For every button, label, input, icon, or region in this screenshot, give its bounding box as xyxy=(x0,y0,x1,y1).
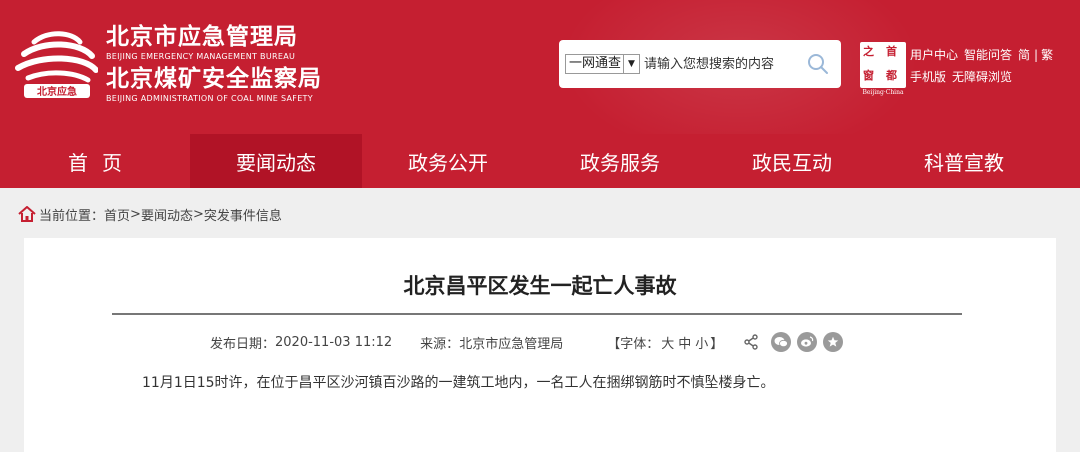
font-size-small[interactable]: 小 xyxy=(695,337,708,352)
capital-logo-char: 之 xyxy=(863,45,874,58)
favorite-star-icon[interactable] xyxy=(823,332,844,352)
org-name-emergency: 北京市应急管理局 xyxy=(106,24,298,50)
breadcrumb-page-link[interactable]: 突发事件信息 xyxy=(204,205,282,224)
font-size-close: 】 xyxy=(710,336,724,352)
source-label: 来源： xyxy=(420,336,460,352)
top-links: 用户中心 智能问答简 | 繁 手机版 无障碍浏览 xyxy=(910,44,1059,88)
article-card: 北京昌平区发生一起亡人事故 发布日期： 2020-11-03 11:12 来源：… xyxy=(24,238,1056,452)
publish-date: 2020-11-03 11:12 xyxy=(275,334,393,350)
capital-logo-char: 窗 xyxy=(863,69,874,82)
publish-date-label: 发布日期： xyxy=(210,336,276,352)
font-size-medium[interactable]: 中 xyxy=(678,337,691,352)
wechat-share-icon[interactable] xyxy=(771,332,792,352)
font-size-large[interactable]: 大 xyxy=(661,337,674,352)
font-size-open: 【字体： xyxy=(607,336,660,352)
accessible-browse-link[interactable]: 无障碍浏览 xyxy=(952,70,1012,84)
search-box: 一网通查 ▼ xyxy=(559,40,841,88)
breadcrumb-prefix: 当前位置： xyxy=(39,208,105,224)
capital-logo-char: 都 xyxy=(886,69,897,82)
smart-qa-link[interactable]: 智能问答 xyxy=(964,48,1012,62)
home-icon xyxy=(18,206,36,222)
search-input[interactable] xyxy=(644,54,794,74)
article-body: 11月1日15时许，在位于昌平区沙河镇百沙路的一建筑工地内，一名工人在捆绑钢筋时… xyxy=(142,375,775,391)
article-meta: 发布日期： 2020-11-03 11:12 来源： 北京市应急管理局 【字体：… xyxy=(210,332,844,352)
org-name-coal-mine-en: BEIJING ADMINISTRATION OF COAL MINE SAFE… xyxy=(106,94,313,103)
site-header: 北京应急 北京市应急管理局 BEIJING EMERGENCY MANAGEME… xyxy=(0,0,1080,134)
user-center-link[interactable]: 用户中心 xyxy=(910,48,958,62)
breadcrumb: 当前位置： 首页 > 要闻动态 > 突发事件信息 xyxy=(18,205,282,224)
source-name: 北京市应急管理局 xyxy=(459,336,564,352)
breadcrumb-home-link[interactable]: 首页 xyxy=(104,205,130,224)
logo-badge-text: 北京应急 xyxy=(37,85,77,98)
capital-window-logo[interactable]: 之 首 窗 都 Beijing·China xyxy=(860,42,906,96)
search-icon[interactable] xyxy=(807,53,829,75)
site-logo-text[interactable]: 北京市应急管理局 BEIJING EMERGENCY MANAGEMENT BU… xyxy=(106,24,322,104)
capital-logo-caption: Beijing·China xyxy=(862,89,904,96)
search-scope-value: 一网通查 xyxy=(569,56,622,71)
bureau-logo-icon[interactable]: 北京应急 xyxy=(14,28,98,104)
traditional-chinese-link[interactable]: 繁 xyxy=(1041,48,1053,62)
nav-item-interaction[interactable]: 政民互动 xyxy=(706,134,878,188)
simplified-chinese-link[interactable]: 简 xyxy=(1018,48,1030,62)
breadcrumb-separator: > xyxy=(192,206,204,222)
search-scope-select[interactable]: 一网通查 ▼ xyxy=(565,54,641,74)
share-bar xyxy=(743,332,844,352)
breadcrumb-separator: > xyxy=(130,206,141,222)
nav-item-home[interactable]: 首页 xyxy=(0,134,190,188)
nav-item-news[interactable]: 要闻动态 xyxy=(190,134,362,188)
font-size-switcher: 【字体：大中小】 xyxy=(607,333,723,352)
nav-item-gov-services[interactable]: 政务服务 xyxy=(534,134,706,188)
title-divider xyxy=(112,313,962,315)
breadcrumb-section-link[interactable]: 要闻动态 xyxy=(141,205,193,224)
article-title: 北京昌平区发生一起亡人事故 xyxy=(403,274,677,298)
org-name-emergency-en: BEIJING EMERGENCY MANAGEMENT BUREAU xyxy=(106,52,296,61)
capital-logo-char: 首 xyxy=(886,45,897,58)
share-icon[interactable] xyxy=(743,334,759,350)
lang-separator: | xyxy=(1034,48,1039,62)
mobile-version-link[interactable]: 手机版 xyxy=(910,70,946,84)
org-name-coal-mine: 北京煤矿安全监察局 xyxy=(106,66,322,92)
nav-item-gov-affairs-open[interactable]: 政务公开 xyxy=(362,134,534,188)
main-nav: 首页 要闻动态 政务公开 政务服务 政民互动 科普宣教 xyxy=(0,134,1080,188)
nav-item-science-education[interactable]: 科普宣教 xyxy=(878,134,1050,188)
chevron-down-icon[interactable]: ▼ xyxy=(623,55,639,73)
weibo-share-icon[interactable] xyxy=(797,332,818,352)
